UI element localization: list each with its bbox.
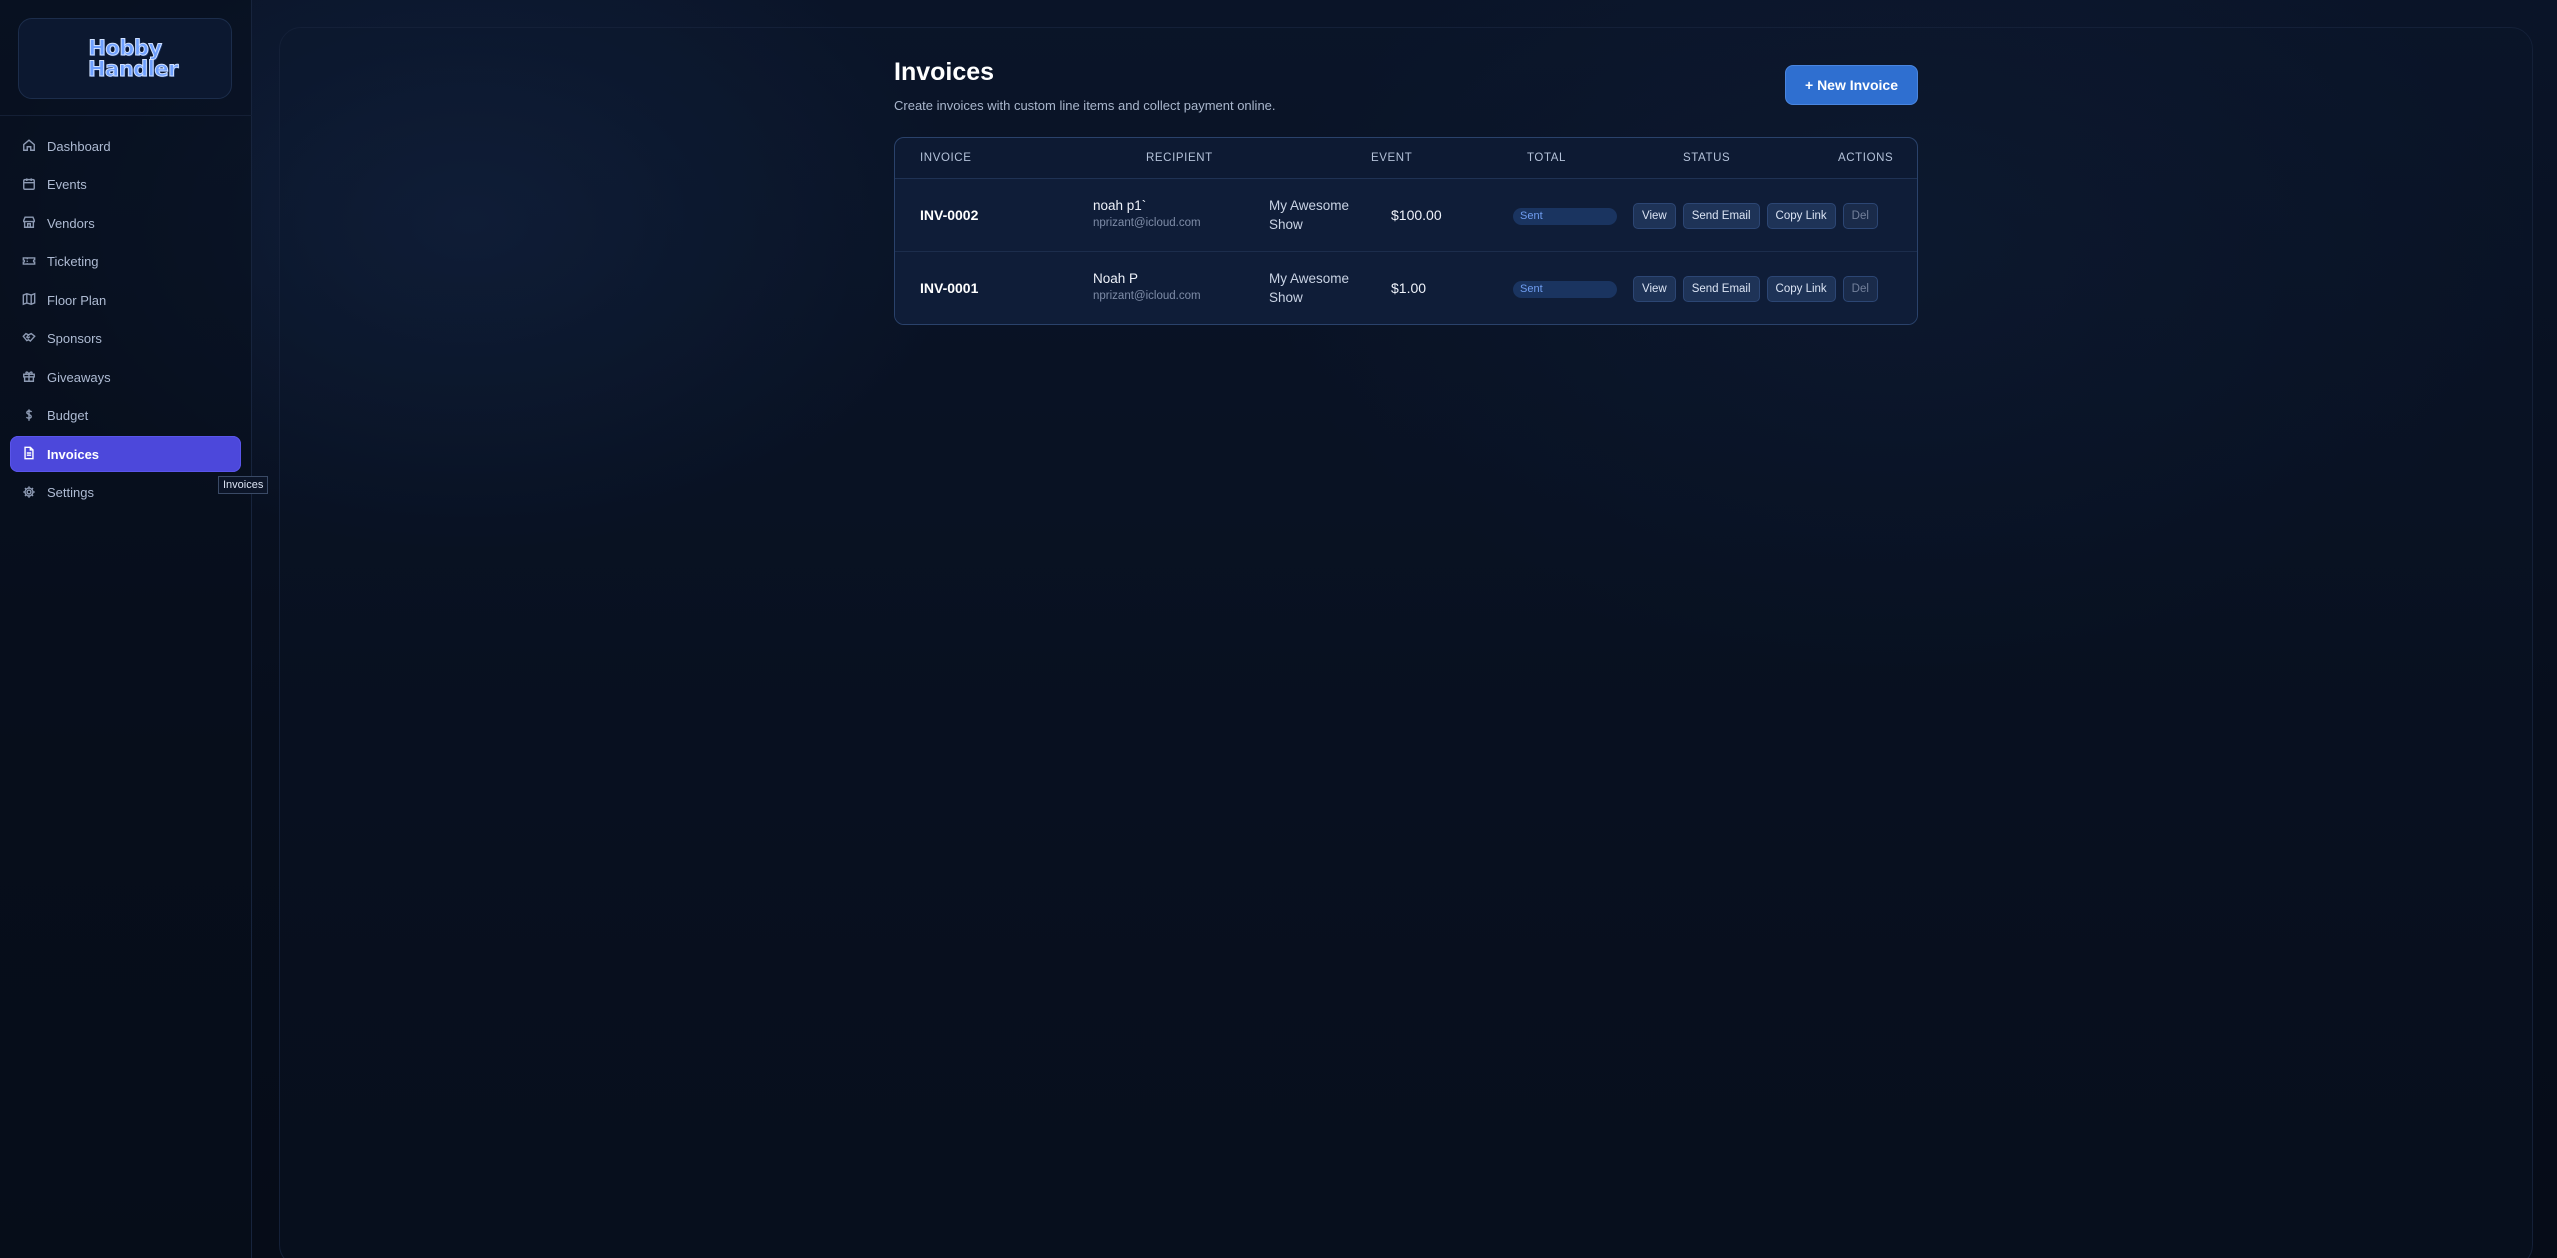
sidebar-item-label: Giveaways (47, 369, 111, 385)
invoice-total: $1.00 (1391, 280, 1427, 296)
column-header-status: STATUS (1683, 152, 1731, 164)
invoice-total: $100.00 (1391, 207, 1442, 223)
handshake-icon (22, 331, 38, 347)
sidebar-item-settings[interactable]: Settings (10, 475, 241, 511)
ticket-icon (22, 254, 38, 270)
send-email-button[interactable]: Send Email (1682, 203, 1760, 229)
column-header-invoice: INVOICE (920, 152, 972, 164)
app-logo[interactable]: Hobby Handler (18, 18, 232, 99)
gift-icon (22, 369, 38, 385)
sidebar-item-label: Budget (47, 408, 89, 423)
recipient-name: noah p1` (1093, 198, 1147, 213)
sidebar-item-invoices[interactable]: Invoices (10, 436, 241, 472)
calendar-icon (22, 177, 38, 193)
copy-link-button[interactable]: Copy Link (1766, 203, 1836, 229)
invoice-id: INV-0001 (920, 280, 979, 296)
logo-line-2: Handler (87, 56, 179, 81)
sidebar-divider (0, 115, 252, 116)
sidebar-item-label: Vendors (47, 215, 95, 231)
logo-line-1: Hobby (88, 35, 163, 60)
sidebar-item-giveaways[interactable]: Giveaways (10, 359, 241, 395)
sidebar-item-vendors[interactable]: Vendors (10, 205, 241, 241)
sidebar-item-label: Ticketing (47, 254, 99, 269)
column-header-recipient: RECIPIENT (1146, 152, 1213, 164)
invoice-id: INV-0002 (920, 207, 979, 223)
sidebar-item-budget[interactable]: Budget (10, 398, 241, 434)
delete-button[interactable]: Del (1842, 203, 1878, 229)
sidebar-item-label: Events (47, 177, 87, 192)
delete-button[interactable]: Del (1842, 276, 1878, 302)
sidebar-item-events[interactable]: Events (10, 167, 241, 203)
sidebar-item-dashboard[interactable]: Dashboard (10, 128, 241, 164)
sidebar-item-label: Invoices (47, 446, 100, 462)
column-header-total: TOTAL (1527, 152, 1566, 164)
page-header: Invoices Create invoices with custom lin… (894, 58, 1918, 113)
event-name: My Awesome Show (1269, 271, 1350, 305)
map-icon (22, 292, 38, 308)
view-button[interactable]: View (1633, 276, 1676, 302)
sidebar-item-ticketing[interactable]: Ticketing (10, 244, 241, 280)
table-row: INV-0002 noah p1` nprizant@icloud.com My… (895, 179, 1917, 252)
row-actions: View Send Email Copy Link Del (1633, 276, 1878, 302)
page-title: Invoices (894, 58, 995, 86)
event-name: My Awesome Show (1269, 198, 1350, 232)
sidebar-item-floor-plan[interactable]: Floor Plan (10, 282, 241, 318)
sidebar-item-label: Settings (47, 485, 94, 500)
recipient-cell: Noah P nprizant@icloud.com (1093, 271, 1201, 302)
copy-link-button[interactable]: Copy Link (1766, 276, 1836, 302)
dollar-icon (22, 408, 38, 424)
recipient-cell: noah p1` nprizant@icloud.com (1093, 198, 1201, 229)
send-email-button[interactable]: Send Email (1682, 276, 1760, 302)
page-subtitle: Create invoices with custom line items a… (894, 98, 1276, 113)
sidebar-item-sponsors[interactable]: Sponsors (10, 321, 241, 357)
sidebar: Hobby Handler Dashboard Events Vendors T… (0, 0, 269, 1258)
nav-tooltip: Invoices (218, 476, 269, 494)
new-invoice-button[interactable]: + New Invoice (1785, 65, 1918, 105)
sidebar-nav: Dashboard Events Vendors Ticketing Floor… (10, 128, 241, 513)
table-header: INVOICE RECIPIENT EVENT TOTAL STATUS ACT… (895, 138, 1917, 179)
column-header-actions: ACTIONS (1838, 152, 1894, 164)
recipient-email: nprizant@icloud.com (1093, 290, 1201, 302)
sidebar-item-label: Sponsors (47, 331, 102, 346)
column-header-event: EVENT (1371, 152, 1413, 164)
recipient-name: Noah P (1093, 271, 1139, 286)
recipient-email: nprizant@icloud.com (1093, 217, 1201, 229)
status-badge: Sent (1513, 281, 1617, 298)
logo-wordmark: Hobby Handler (72, 35, 179, 81)
sidebar-item-label: Floor Plan (47, 292, 107, 308)
table-row: INV-0001 Noah P nprizant@icloud.com My A… (895, 252, 1917, 324)
home-icon (22, 138, 38, 154)
row-actions: View Send Email Copy Link Del (1633, 203, 1878, 229)
status-badge: Sent (1513, 208, 1617, 225)
invoices-table: INVOICE RECIPIENT EVENT TOTAL STATUS ACT… (894, 137, 1918, 325)
sidebar-item-label: Dashboard (47, 138, 111, 154)
gear-icon (22, 485, 38, 501)
document-icon (22, 446, 38, 462)
view-button[interactable]: View (1633, 203, 1676, 229)
store-icon (22, 215, 38, 231)
